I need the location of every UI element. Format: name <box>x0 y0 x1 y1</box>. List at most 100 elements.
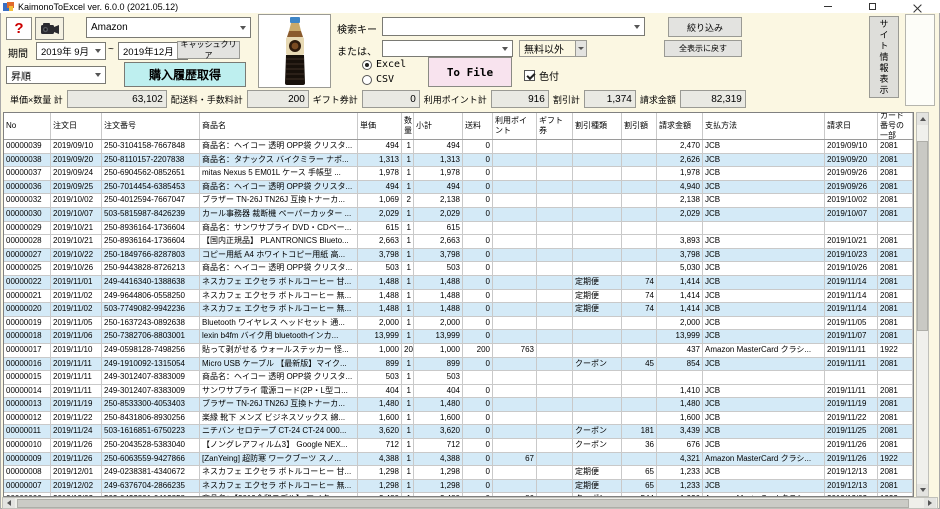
column-header[interactable]: カード番号の一部 <box>878 113 913 139</box>
table-cell <box>493 466 537 480</box>
radio-csv[interactable]: CSV <box>362 74 394 85</box>
table-cell: 商品名：ヘイコー 透明 OPP袋 クリスタ... <box>200 262 358 276</box>
table-row[interactable]: 000000112019/11/24503-1616851-6750223ニチバ… <box>4 425 913 439</box>
scroll-down-button[interactable] <box>917 484 928 496</box>
table-cell: 00000011 <box>4 425 51 439</box>
column-header[interactable]: 割引種類 <box>573 113 622 139</box>
table-row[interactable]: 000000202019/11/02503-7749082-9942236ネスカ… <box>4 303 913 317</box>
table-row[interactable]: 000000322019/10/02250-4012594-7667047ブラザ… <box>4 194 913 208</box>
colorize-label: 色付 <box>539 68 559 83</box>
scroll-left-button[interactable] <box>3 498 15 508</box>
scroll-right-button[interactable] <box>924 498 936 508</box>
table-cell: 2019/11/11 <box>825 344 878 358</box>
table-cell: 0 <box>463 385 493 399</box>
horizontal-scrollbar[interactable] <box>2 497 938 509</box>
column-header[interactable]: No <box>4 113 51 139</box>
table-cell: 249-9644806-0558250 <box>102 290 200 304</box>
column-header[interactable]: 利用ポイント <box>493 113 537 139</box>
table-row[interactable]: 000000102019/11/26250-2043528-5383040【ノン… <box>4 439 913 453</box>
column-header[interactable]: 注文番号 <box>102 113 200 139</box>
table-row[interactable]: 000000172019/11/10249-0598128-7498256貼って… <box>4 344 913 358</box>
table-cell: 2019/11/22 <box>825 412 878 426</box>
table-row[interactable]: 000000082019/12/01249-0238381-4340672ネスカ… <box>4 466 913 480</box>
cache-clear-button[interactable]: キャッシュクリア <box>177 41 240 59</box>
table-cell: 249-3012407-8383009 <box>102 371 200 385</box>
free-filter-select[interactable]: 無料以外 <box>519 40 587 57</box>
table-cell <box>622 398 657 412</box>
or-key-input[interactable] <box>382 40 513 57</box>
column-header[interactable]: 割引額 <box>622 113 657 139</box>
table-row[interactable]: 000000122019/11/22250-8431806-8930256楽縁 … <box>4 412 913 426</box>
minimize-button[interactable] <box>805 0 850 13</box>
scroll-up-button[interactable] <box>917 113 928 125</box>
table-cell: 1,600 <box>414 412 463 426</box>
maximize-button[interactable] <box>850 0 895 13</box>
table-row[interactable]: 000000142019/11/11249-3012407-8383009サンワ… <box>4 385 913 399</box>
close-button[interactable] <box>895 0 940 13</box>
column-header[interactable]: 送料 <box>463 113 493 139</box>
table-row[interactable]: 000000292019/10/21250-8936164-1736604商品名… <box>4 222 913 236</box>
table-cell: 00000018 <box>4 330 51 344</box>
site-info-button[interactable]: サイト情報表示 <box>869 16 899 98</box>
column-header[interactable]: 注文日 <box>51 113 102 139</box>
table-cell: JCB <box>703 235 825 249</box>
column-header[interactable]: 請求金額 <box>657 113 703 139</box>
colorize-checkbox[interactable]: 色付 <box>524 68 559 83</box>
column-header[interactable]: 数量 <box>402 113 414 139</box>
table-row[interactable]: 000000182019/11/06250-7382706-8803001lex… <box>4 330 913 344</box>
table-row[interactable]: 000000372019/09/24250-6904562-0852651mit… <box>4 167 913 181</box>
column-header[interactable]: 商品名 <box>200 113 358 139</box>
table-row[interactable]: 000000252019/10/26250-9443828-8726213商品名… <box>4 262 913 276</box>
table-row[interactable]: 000000362019/09/25250-7014454-6385453商品名… <box>4 181 913 195</box>
table-row[interactable]: 000000222019/11/01249-4416340-1388638ネスカ… <box>4 276 913 290</box>
show-all-button[interactable]: 全表示に戻す <box>664 40 742 57</box>
table-row[interactable]: 000000132019/11/19250-8533300-4053403ブラザ… <box>4 398 913 412</box>
table-cell <box>622 140 657 154</box>
table-row[interactable]: 000000282019/10/21250-8936164-1736604【国内… <box>4 235 913 249</box>
table-row[interactable]: 000000192019/11/05250-1637243-0892638Blu… <box>4 317 913 331</box>
radio-excel[interactable]: Excel <box>362 59 406 70</box>
column-header[interactable]: 支払方法 <box>703 113 825 139</box>
table-row[interactable]: 000000152019/11/11249-3012407-8383009商品名… <box>4 371 913 385</box>
to-file-button[interactable]: To File <box>428 57 512 87</box>
column-header[interactable]: 単価 <box>358 113 402 139</box>
table-cell: 250-8110157-2207838 <box>102 154 200 168</box>
period-from-select[interactable]: 2019年 9月 <box>36 42 106 60</box>
table-row[interactable]: 000000392019/09/10250-3104158-7667848商品名… <box>4 140 913 154</box>
horizontal-scrollbar-thumb[interactable] <box>17 499 909 508</box>
table-row[interactable]: 000000162019/11/11249-1910092-1315054Mic… <box>4 358 913 372</box>
vertical-scrollbar[interactable] <box>916 112 929 497</box>
camera-button[interactable] <box>35 17 64 40</box>
table-cell: 0 <box>463 235 493 249</box>
column-header[interactable]: 請求日 <box>825 113 878 139</box>
table-row[interactable]: 000000272019/10/22250-1849766-8287803コピー… <box>4 249 913 263</box>
table-cell: 00000029 <box>4 222 51 236</box>
sort-order-select[interactable]: 昇順 <box>6 66 106 84</box>
table-cell <box>537 249 573 263</box>
table-cell: 1,978 <box>657 167 703 181</box>
table-cell: 13,999 <box>657 330 703 344</box>
search-key-input[interactable] <box>382 17 645 36</box>
table-row[interactable]: 000000092019/11/26250-6063559-9427866[Za… <box>4 453 913 467</box>
table-row[interactable]: 000000382019/09/20250-8110157-2207838商品名… <box>4 154 913 168</box>
column-header[interactable]: ギフト券 <box>537 113 573 139</box>
vertical-scrollbar-thumb[interactable] <box>917 141 928 331</box>
table-cell: 1 <box>402 385 414 399</box>
help-button[interactable]: ? <box>6 17 32 40</box>
table-cell: 404 <box>414 385 463 399</box>
table-row[interactable]: 000000072019/12/02249-6376704-2866235ネスカ… <box>4 480 913 494</box>
right-panel-strip <box>905 14 935 106</box>
filter-button[interactable]: 絞り込み <box>668 17 742 37</box>
table-cell: 1,488 <box>414 303 463 317</box>
table-cell: 00000010 <box>4 439 51 453</box>
table-cell: 2081 <box>878 249 913 263</box>
table-cell: 2019/11/06 <box>51 330 102 344</box>
table-cell: 2019/10/26 <box>51 262 102 276</box>
site-selector[interactable]: Amazon <box>86 17 251 38</box>
table-row[interactable]: 000000302019/10/07503-5815987-8426239カール… <box>4 208 913 222</box>
table-cell: 1,978 <box>414 167 463 181</box>
table-row[interactable]: 000000212019/11/02249-9644806-0558250ネスカ… <box>4 290 913 304</box>
table-cell: 250-8431806-8930256 <box>102 412 200 426</box>
fetch-history-button[interactable]: 購入履歴取得 <box>124 62 246 87</box>
column-header[interactable]: 小計 <box>414 113 463 139</box>
